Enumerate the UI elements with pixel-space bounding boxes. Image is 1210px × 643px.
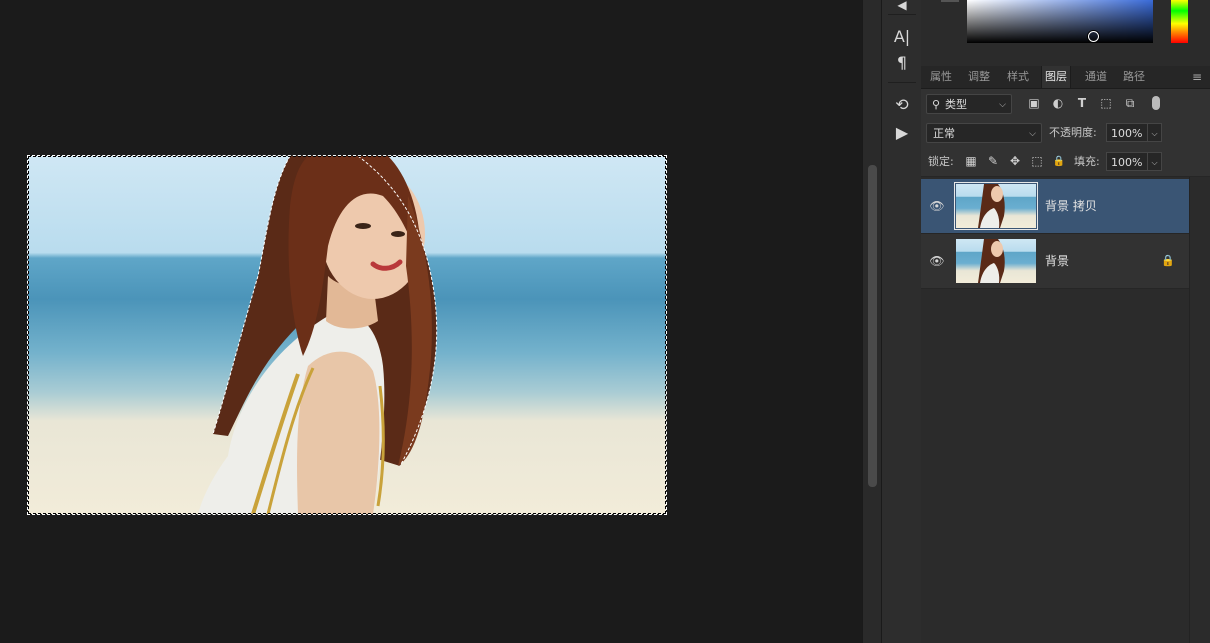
scrollbar-thumb[interactable] bbox=[868, 165, 877, 487]
layer-name[interactable]: 背景 bbox=[1045, 234, 1069, 288]
thumbnail-image bbox=[978, 184, 1005, 228]
collapsed-panel-strip: ◀ A| ¶ ⟲ ▶ bbox=[881, 0, 923, 643]
actions-panel-icon[interactable]: ▶ bbox=[890, 122, 914, 144]
color-picker-cursor[interactable] bbox=[1088, 31, 1099, 42]
opacity-input[interactable]: 100% bbox=[1106, 123, 1148, 142]
color-picker-panel bbox=[921, 0, 1210, 67]
tab-layers[interactable]: 图层 bbox=[1041, 66, 1071, 88]
history-panel-icon[interactable]: ⟲ bbox=[890, 94, 914, 116]
prevent-autonest-icon[interactable]: ⬚ bbox=[1027, 147, 1047, 176]
document-image[interactable] bbox=[28, 156, 666, 514]
hue-slider[interactable] bbox=[1171, 0, 1188, 43]
chevron-down-icon: ⌵ bbox=[999, 100, 1006, 110]
layer-thumbnail[interactable] bbox=[956, 239, 1036, 283]
shape-filter-icon[interactable]: ⬚ bbox=[1097, 89, 1115, 118]
layer-row-background-copy[interactable]: 👁 背景 拷贝 bbox=[921, 179, 1189, 234]
chevron-down-icon: ⌵ bbox=[1029, 129, 1036, 139]
panel-menu-icon[interactable]: ≡ bbox=[1192, 66, 1202, 88]
opacity-slider-toggle[interactable]: ⌵ bbox=[1148, 123, 1162, 142]
lock-label: 锁定: bbox=[928, 155, 954, 168]
layers-list: 👁 背景 拷贝 👁 背景 🔒 bbox=[921, 177, 1210, 643]
blend-mode-row: 正常 ⌵ 不透明度: 100% ⌵ bbox=[921, 118, 1210, 148]
strip-divider bbox=[888, 14, 916, 15]
fill-label: 填充: bbox=[1074, 155, 1100, 168]
adjustment-filter-icon[interactable]: ◐ bbox=[1049, 89, 1067, 118]
tab-styles[interactable]: 样式 bbox=[1004, 66, 1032, 88]
right-panel-dock: 属性 调整 样式 图层 通道 路径 ≡ ⚲ 类型 ⌵ ▣ ◐ T ⬚ ⧉ 正常 … bbox=[921, 0, 1210, 643]
filter-toggle-switch[interactable] bbox=[1152, 96, 1160, 110]
tab-adjustments[interactable]: 调整 bbox=[965, 66, 993, 88]
blend-mode-value: 正常 bbox=[933, 127, 955, 140]
layer-filter-row: ⚲ 类型 ⌵ ▣ ◐ T ⬚ ⧉ bbox=[921, 89, 1210, 119]
visibility-eye-icon[interactable]: 👁 bbox=[929, 179, 945, 233]
layer-lock-icon[interactable]: 🔒 bbox=[1161, 234, 1175, 288]
layer-row-background[interactable]: 👁 背景 🔒 bbox=[921, 234, 1189, 289]
lock-position-icon[interactable]: ✥ bbox=[1005, 147, 1025, 176]
tab-paths[interactable]: 路径 bbox=[1120, 66, 1148, 88]
lock-image-pixels-icon[interactable]: ✎ bbox=[983, 147, 1003, 176]
visibility-eye-icon[interactable]: 👁 bbox=[929, 234, 945, 288]
opacity-label: 不透明度: bbox=[1049, 126, 1097, 139]
layer-kind-filter-dropdown[interactable]: ⚲ 类型 ⌵ bbox=[926, 94, 1012, 114]
fill-input[interactable]: 100% bbox=[1106, 152, 1148, 171]
canvas-vertical-scrollbar[interactable] bbox=[862, 0, 882, 643]
image-filter-icon[interactable]: ▣ bbox=[1025, 89, 1043, 118]
color-saturation-field[interactable] bbox=[967, 0, 1153, 43]
type-filter-icon[interactable]: T bbox=[1073, 89, 1091, 118]
tab-properties[interactable]: 属性 bbox=[927, 66, 955, 88]
thumbnail-image bbox=[978, 239, 1005, 283]
lock-transparent-pixels-icon[interactable]: ▦ bbox=[961, 147, 981, 176]
strip-divider bbox=[888, 82, 916, 83]
smart-object-filter-icon[interactable]: ⧉ bbox=[1121, 89, 1139, 118]
character-panel-icon[interactable]: A| bbox=[890, 26, 914, 48]
layer-thumbnail[interactable] bbox=[954, 182, 1038, 230]
tab-channels[interactable]: 通道 bbox=[1082, 66, 1110, 88]
blend-mode-dropdown[interactable]: 正常 ⌵ bbox=[926, 123, 1042, 143]
layers-scrollbar[interactable] bbox=[1189, 177, 1210, 643]
layer-name[interactable]: 背景 拷贝 bbox=[1045, 179, 1097, 233]
lock-row: 锁定: ▦ ✎ ✥ ⬚ 🔒 填充: 100% ⌵ bbox=[921, 147, 1210, 177]
panel-tabs: 属性 调整 样式 图层 通道 路径 ≡ bbox=[921, 66, 1210, 89]
lock-all-icon[interactable]: 🔒 bbox=[1049, 147, 1069, 176]
image-content bbox=[198, 156, 438, 514]
document-canvas-area[interactable] bbox=[0, 0, 862, 643]
search-icon: ⚲ bbox=[932, 98, 941, 111]
paragraph-panel-icon[interactable]: ¶ bbox=[890, 52, 914, 74]
swatch-edge bbox=[941, 0, 959, 2]
kind-filter-value: 类型 bbox=[945, 98, 967, 111]
fill-slider-toggle[interactable]: ⌵ bbox=[1148, 152, 1162, 171]
